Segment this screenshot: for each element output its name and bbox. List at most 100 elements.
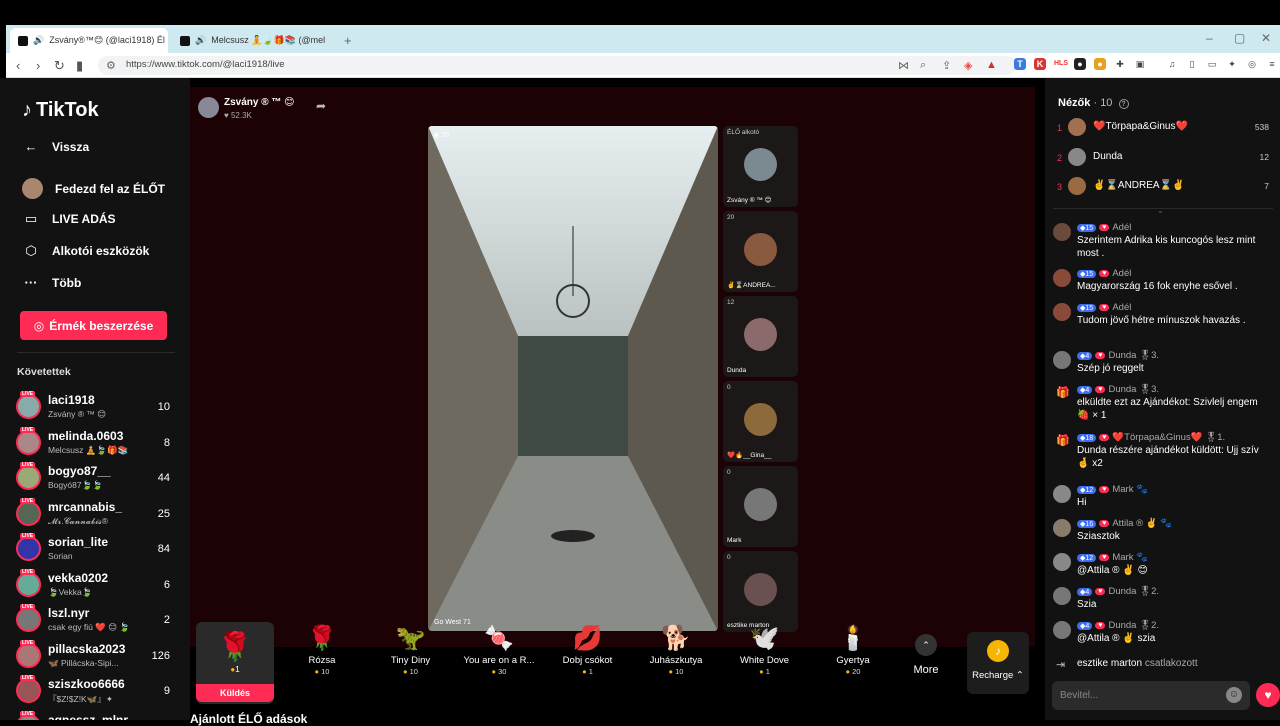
chat-input[interactable]: [1060, 688, 1210, 703]
media-icon[interactable]: ⋈: [898, 59, 909, 72]
extension-circle-icon[interactable]: ●: [1074, 58, 1086, 70]
more-menu-item[interactable]: ··· Több: [22, 275, 82, 290]
url-field[interactable]: ⚙ https://www.tiktok.com/@laci1918/live …: [98, 56, 1016, 75]
reload-icon[interactable]: ↻: [54, 58, 65, 74]
site-info-icon[interactable]: ⚙: [106, 59, 116, 72]
following-subtitle: Bogyó87🍃🍃: [48, 480, 103, 490]
gift-item[interactable]: 🐕 Juhászkutya ● 10: [636, 624, 716, 676]
chat-text: elküldte ezt az Ajándékot: Szivlelj enge…: [1077, 397, 1258, 421]
joined-user[interactable]: esztike marton: [1077, 658, 1142, 669]
send-gift-button[interactable]: Küldés: [196, 684, 274, 702]
sidebar-toggle-icon[interactable]: ▯: [1186, 58, 1198, 70]
vpn-icon[interactable]: ◎: [1246, 58, 1258, 70]
chat-username[interactable]: Attila ® ✌️ 🐾: [1112, 518, 1172, 529]
guest-tile[interactable]: 20 ✌️⌛ANDREA...: [723, 211, 798, 292]
leo-icon[interactable]: ✦: [1226, 58, 1238, 70]
live-main-area: Zsvány ® ™ 😊 ♥ 52.3K ➦ ◉ 20 Go West 71 É…: [190, 78, 1045, 726]
gift-icon: 💋: [572, 625, 603, 652]
info-icon[interactable]: ?: [1118, 99, 1129, 109]
viewer-score: 7: [1264, 181, 1269, 191]
level-value: 4: [1085, 622, 1090, 630]
guest-tile[interactable]: 0 ❤️🔥__Gina__: [723, 381, 798, 462]
share-page-icon[interactable]: ⇪: [942, 59, 951, 72]
chat-username[interactable]: Dunda 🎖3.: [1108, 384, 1159, 395]
creator-tools-menu-item[interactable]: ⬡ Alkotói eszközök: [22, 243, 149, 259]
gift-item[interactable]: 🕯️ Gyertya ● 20: [813, 624, 893, 676]
chat-username[interactable]: Mark 🐾: [1112, 552, 1148, 563]
hls-extension-icon[interactable]: HLS: [1054, 58, 1068, 70]
following-item[interactable]: LIVE pillacska2023 🦋 Pillácska-Sipi... 126: [16, 639, 176, 677]
gift-item[interactable]: 💋 Dobj csókot ● 1: [548, 624, 628, 676]
translate-extension-icon[interactable]: T: [1014, 58, 1026, 70]
chat-username[interactable]: ❤️Törpapa&Ginus❤️ 🎖1.: [1112, 432, 1225, 443]
more-gifts-button[interactable]: ⌃ More: [906, 634, 946, 676]
following-item[interactable]: LIVE sziszkoo6666 『$Z!$Z!K🦋』✦ 9: [16, 675, 176, 712]
following-item[interactable]: LIVE lszl.nyr csak egy fiú ❤️ 😊 🍃 2: [16, 604, 176, 641]
top-viewer-row[interactable]: 1 ❤️Törpapa&Ginus❤️ 538: [1057, 118, 1270, 140]
gift-item[interactable]: 🕊️ White Dove ● 1: [725, 624, 805, 676]
gift-item[interactable]: 🌹 Rózsa ● 10: [282, 624, 362, 676]
new-tab-button[interactable]: +: [336, 28, 360, 53]
live-badge: LIVE: [20, 675, 36, 681]
live-studio-menu-item[interactable]: ▭ LIVE ADÁS: [22, 211, 116, 227]
following-viewer-count: 6: [163, 578, 170, 591]
level-badge: ◆12: [1077, 485, 1097, 494]
following-item[interactable]: LIVE sorian_lite Sorian 84: [16, 533, 176, 570]
emoji-icon[interactable]: ☺: [1226, 687, 1242, 703]
top-viewer-row[interactable]: 3 ✌️⌛ANDREA⌛✌️ 7: [1057, 177, 1270, 199]
following-item[interactable]: LIVE vekka0202 🍃Vekka🍃 6: [16, 568, 176, 606]
tiktok-logo[interactable]: ♪ TikTok: [22, 99, 99, 122]
forward-icon[interactable]: ›: [36, 58, 40, 73]
chat-username[interactable]: Adél: [1112, 222, 1131, 233]
extension-k-icon[interactable]: K: [1034, 58, 1046, 70]
chat-username[interactable]: Mark 🐾: [1112, 484, 1148, 495]
gift-item[interactable]: 🍬 You are on a R... ● 30: [459, 624, 539, 676]
brave-shield-icon[interactable]: ◈: [964, 59, 972, 72]
guest-tile[interactable]: ÉLŐ alkotó Zsvány ® ™ 😊: [723, 126, 798, 207]
guest-tile[interactable]: 0 Mark: [723, 466, 798, 547]
following-item[interactable]: LIVE laci1918 Zsvány ® ™ 😊 10: [16, 391, 176, 428]
zoom-icon[interactable]: ⌕: [920, 59, 926, 72]
top-viewer-row[interactable]: 2 Dunda 12: [1057, 147, 1270, 170]
back-icon[interactable]: ‹: [16, 58, 20, 73]
menu-icon[interactable]: ≡: [1266, 58, 1278, 70]
following-item[interactable]: LIVE melinda.0603 Melcsusz 🧘🍃🎁📚 8: [16, 426, 176, 464]
guest-tile[interactable]: 12 Dunda: [723, 296, 798, 377]
chat-username[interactable]: Adél: [1112, 302, 1131, 313]
music-icon[interactable]: ♫: [1166, 58, 1178, 70]
get-coins-button[interactable]: ◎ Érmék beszerzése: [20, 311, 167, 340]
extension-box-icon[interactable]: ▣: [1134, 58, 1146, 70]
recharge-button[interactable]: ♪ Recharge ⌃: [967, 632, 1029, 694]
like-heart-button[interactable]: ♥: [1256, 683, 1280, 707]
minimize-icon[interactable]: –: [1206, 31, 1213, 45]
following-item[interactable]: LIVE bogyo87__ Bogyó87🍃🍃 44: [16, 462, 176, 499]
back-menu-item[interactable]: ← Vissza: [22, 139, 90, 154]
chat-avatar: [1053, 621, 1071, 639]
following-name: pillacska2023: [48, 641, 126, 656]
url-text[interactable]: https://www.tiktok.com/@laci1918/live: [126, 59, 285, 70]
main-video[interactable]: ◉ 20 Go West 71: [428, 126, 718, 631]
explore-live-menu-item[interactable]: Fedezd fel az ÉLŐT: [22, 178, 165, 199]
host-name[interactable]: Zsvány ® ™ 😊: [224, 97, 295, 108]
extension-colorful-icon[interactable]: ●: [1094, 58, 1106, 70]
host-avatar[interactable]: [198, 97, 219, 118]
following-item[interactable]: LIVE agnessz_mlnr: [16, 710, 176, 720]
chat-username[interactable]: Adél: [1112, 268, 1131, 279]
chat-username[interactable]: Dunda 🎖2.: [1108, 586, 1159, 597]
rewards-icon[interactable]: ▲: [986, 59, 997, 71]
maximize-icon[interactable]: ▢: [1234, 31, 1245, 45]
tab-active[interactable]: 🔊 Zsvány®™😊 (@laci1918) Él ✕: [10, 28, 168, 53]
bookmark-icon[interactable]: ▮: [76, 58, 83, 74]
wallet-icon[interactable]: ▭: [1206, 58, 1218, 70]
chat-username[interactable]: Dunda 🎖3.: [1108, 350, 1159, 361]
chat-username[interactable]: Dunda 🎖2.: [1108, 620, 1159, 631]
following-item[interactable]: LIVE mrcannabis_ 𝓜𝓻.𝓒𝓪𝓷𝓷𝓪𝓫𝓲𝓼® 25: [16, 497, 176, 535]
share-icon[interactable]: ➦: [316, 99, 326, 113]
speaker-icon: 🔊: [195, 35, 207, 45]
fan-heart-icon: ♥: [1099, 304, 1110, 311]
tab-inactive[interactable]: 🔊 Melcsusz 🧘🍃🎁📚 (@mel: [172, 28, 332, 53]
chat-input-box[interactable]: ☺: [1052, 681, 1250, 710]
gift-item[interactable]: 🦖 Tiny Diny ● 10: [371, 624, 451, 676]
extension-puzzle-icon[interactable]: ✚: [1114, 58, 1126, 70]
close-window-icon[interactable]: ✕: [1261, 31, 1271, 45]
